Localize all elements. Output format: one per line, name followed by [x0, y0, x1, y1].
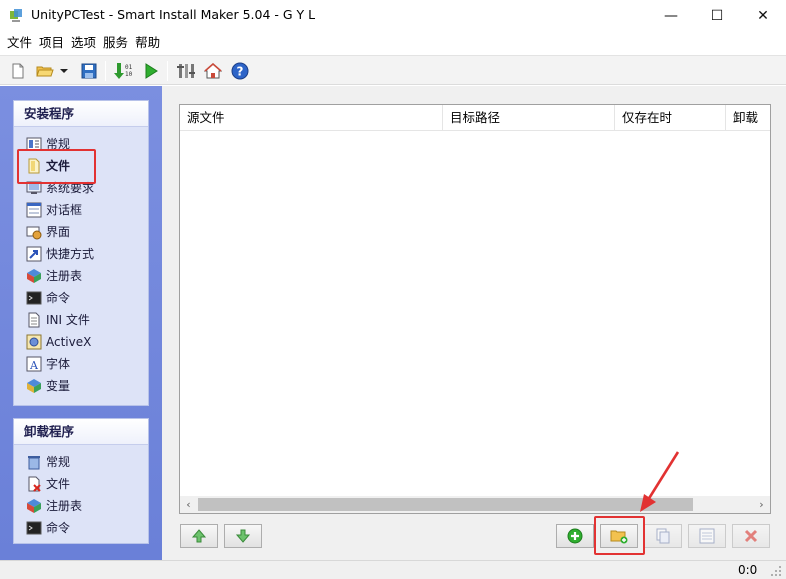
- move-up-icon: [191, 529, 207, 543]
- svg-text:01: 01: [125, 64, 133, 71]
- nav-item-command[interactable]: 命令: [14, 287, 148, 309]
- help-icon[interactable]: ?: [229, 60, 251, 82]
- minimize-button[interactable]: —: [648, 0, 694, 31]
- scroll-right-arrow-icon[interactable]: ›: [753, 496, 770, 513]
- annotation-highlight-add-folder: [594, 516, 645, 555]
- nav-item-registry[interactable]: 注册表: [14, 265, 148, 287]
- command-icon: [26, 521, 42, 535]
- close-button[interactable]: ✕: [740, 0, 786, 31]
- move-down-icon: [235, 529, 251, 543]
- install-panel-header[interactable]: 安装程序: [14, 101, 148, 127]
- add-file-button[interactable]: [556, 524, 594, 548]
- nav-item-uninstall-registry[interactable]: 注册表: [14, 495, 148, 517]
- trash-icon: [28, 456, 40, 470]
- open-folder-icon[interactable]: [34, 60, 56, 82]
- font-icon: A: [26, 356, 42, 372]
- variables-icon: [27, 379, 41, 393]
- command-icon: [26, 291, 42, 305]
- toolbar-separator: [105, 61, 106, 81]
- add-icon: [567, 528, 583, 544]
- nav-item-uninstall-command[interactable]: 命令: [14, 517, 148, 539]
- maximize-button[interactable]: ☐: [694, 0, 740, 31]
- dropdown-arrow-icon[interactable]: [58, 60, 70, 82]
- menu-service[interactable]: 服务: [100, 33, 131, 53]
- delete-files-icon: [28, 476, 41, 492]
- svg-text:10: 10: [125, 71, 133, 78]
- copy-icon: [656, 528, 670, 544]
- compile-icon[interactable]: 01 10: [112, 60, 134, 82]
- client-area: 安装程序 常规 文件 系统要求 对话框 界面 快捷方式 注册表 命令 INI 文…: [0, 86, 786, 560]
- install-panel: 安装程序 常规 文件 系统要求 对话框 界面 快捷方式 注册表 命令 INI 文…: [13, 100, 149, 406]
- copy-button[interactable]: [644, 524, 682, 548]
- nav-item-ini-file[interactable]: INI 文件: [14, 309, 148, 331]
- menu-file[interactable]: 文件: [4, 33, 35, 53]
- toolbar: 01 10 ?: [0, 55, 786, 85]
- nav-item-shortcut[interactable]: 快捷方式: [14, 243, 148, 265]
- nav-item-uninstall-files[interactable]: 文件: [14, 473, 148, 495]
- annotation-highlight-files: [17, 149, 96, 184]
- move-down-button[interactable]: [224, 524, 262, 548]
- delete-icon: [744, 529, 758, 543]
- menu-help[interactable]: 帮助: [132, 33, 163, 53]
- delete-button[interactable]: [732, 524, 770, 548]
- left-navigation-pane: 安装程序 常规 文件 系统要求 对话框 界面 快捷方式 注册表 命令 INI 文…: [0, 86, 162, 560]
- menu-options[interactable]: 选项: [68, 33, 99, 53]
- uninstall-panel: 卸载程序 常规 文件 注册表 命令: [13, 418, 149, 544]
- run-icon[interactable]: [140, 60, 162, 82]
- svg-text:?: ?: [237, 65, 244, 79]
- resize-grip-icon[interactable]: [770, 565, 782, 577]
- title-bar: UnityPCTest - Smart Install Maker 5.04 -…: [0, 0, 786, 31]
- home-icon[interactable]: [202, 60, 224, 82]
- settings-icon[interactable]: [175, 60, 197, 82]
- nav-item-variables[interactable]: 变量: [14, 375, 148, 397]
- nav-item-activex[interactable]: ActiveX: [14, 331, 148, 353]
- dialogs-icon: [26, 202, 42, 218]
- column-target-path[interactable]: 目标路径: [443, 105, 615, 131]
- save-icon[interactable]: [78, 60, 100, 82]
- registry-icon: [27, 269, 41, 283]
- cursor-position: 0:0: [738, 563, 758, 577]
- new-file-icon[interactable]: [7, 60, 29, 82]
- column-source-file[interactable]: 源文件: [180, 105, 443, 131]
- scroll-left-arrow-icon[interactable]: ‹: [180, 496, 197, 513]
- nav-item-uninstall-general[interactable]: 常规: [14, 451, 148, 473]
- nav-item-dialogs[interactable]: 对话框: [14, 199, 148, 221]
- status-bar: 0:0: [0, 560, 786, 579]
- activex-icon: [26, 334, 42, 350]
- nav-item-interface[interactable]: 界面: [14, 221, 148, 243]
- annotation-arrow-icon: [640, 451, 680, 512]
- menu-bar: 文件 项目 选项 服务 帮助: [0, 31, 786, 55]
- menu-project[interactable]: 项目: [36, 33, 67, 53]
- window-title: UnityPCTest - Smart Install Maker 5.04 -…: [31, 7, 316, 22]
- properties-icon: [699, 528, 715, 544]
- list-header: 源文件 目标路径 仅存在时 卸载: [180, 105, 770, 131]
- toolbar-separator: [167, 61, 168, 81]
- svg-text:A: A: [29, 359, 39, 372]
- column-uninstall[interactable]: 卸载: [726, 105, 770, 131]
- uninstall-panel-header[interactable]: 卸载程序: [14, 419, 148, 445]
- scrollbar-thumb[interactable]: [198, 498, 693, 511]
- move-up-button[interactable]: [180, 524, 218, 548]
- nav-item-font[interactable]: A 字体: [14, 353, 148, 375]
- ini-file-icon: [28, 312, 40, 328]
- interface-icon: [26, 226, 42, 240]
- shortcut-icon: [26, 246, 42, 262]
- column-only-if-exists[interactable]: 仅存在时: [615, 105, 726, 131]
- properties-button[interactable]: [688, 524, 726, 548]
- registry-icon: [27, 499, 41, 513]
- app-icon: [10, 9, 22, 22]
